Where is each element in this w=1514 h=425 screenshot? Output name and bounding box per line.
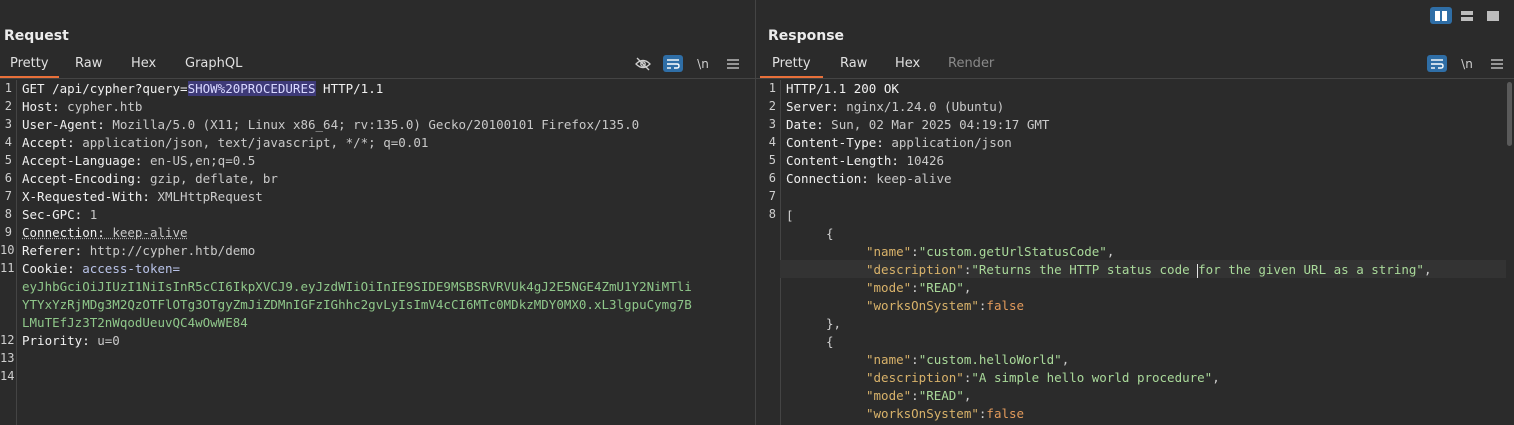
newline-toggle[interactable]: \n [693, 55, 713, 72]
header-x-requested-with: X-Requested-With: XMLHttpRequest [22, 189, 263, 204]
line-number: 7 [4, 189, 12, 203]
line-number: 8 [4, 207, 12, 221]
json-open-brace: { [826, 334, 834, 349]
request-tab-pretty[interactable]: Pretty [0, 54, 59, 78]
line-number: 10 [0, 243, 15, 257]
request-tab-graphql[interactable]: GraphQL [185, 54, 242, 76]
header-content-length: Content-Length: 10426 [786, 153, 945, 168]
json-field-description: "description":"A simple hello world proc… [866, 370, 1220, 385]
header-user-agent: User-Agent: Mozilla/5.0 (X11; Linux x86_… [22, 117, 640, 132]
line-number: 2 [768, 99, 776, 113]
word-wrap-icon[interactable] [663, 55, 683, 72]
http-version: HTTP/1.1 [315, 81, 384, 96]
line-number: 6 [4, 171, 12, 185]
request-method-path: GET /api/cypher?query= [22, 81, 188, 96]
status-line: HTTP/1.1 200 OK [786, 81, 899, 96]
response-title: Response [768, 28, 845, 44]
json-open-brace: { [826, 226, 834, 241]
response-tab-render: Render [948, 56, 995, 71]
layout-stacked-icon[interactable] [1456, 7, 1478, 24]
line-number: 7 [768, 189, 776, 203]
line-number: 2 [4, 99, 12, 113]
cookie-token-line: eyJhbGciOiJIUzI1NiIsInR5cCI6IkpXVCJ9.eyJ… [22, 279, 692, 294]
header-sec-gpc: Sec-GPC: 1 [22, 207, 98, 222]
header-cookie: Cookie: access-token= [22, 261, 181, 276]
line-number: 3 [4, 117, 12, 131]
line-number: 6 [768, 171, 776, 185]
vertical-scrollbar[interactable] [1507, 82, 1512, 146]
header-referer: Referer: http://cypher.htb/demo [22, 243, 256, 258]
layout-side-by-side-icon[interactable] [1430, 7, 1452, 24]
request-pane: Request Pretty Raw Hex GraphQL \n 1 2 3 … [0, 0, 755, 425]
header-connection: Connection: keep-alive [786, 171, 952, 186]
header-server: Server: nginx/1.24.0 (Ubuntu) [786, 99, 1005, 114]
response-tabs: Pretty Raw Hex Render [756, 54, 1514, 79]
request-line: GET /api/cypher?query=SHOW%20PROCEDURES … [22, 80, 383, 98]
json-open-bracket: [ [786, 208, 794, 223]
json-field-name: "name":"custom.helloWorld", [866, 352, 1070, 367]
json-field-works-on-system: "worksOnSystem":false [866, 298, 1025, 313]
request-gutter: 1 2 3 4 5 6 7 8 9 10 11 12 13 14 [0, 80, 17, 425]
line-number: 5 [4, 153, 12, 167]
header-connection: Connection: keep-alive [22, 225, 188, 240]
response-pane: Response Pretty Raw Hex Render \n 1 2 3 … [756, 0, 1514, 425]
header-host: Host: cypher.htb [22, 99, 143, 114]
json-field-mode: "mode":"READ", [866, 280, 972, 295]
header-accept-encoding: Accept-Encoding: gzip, deflate, br [22, 171, 278, 186]
request-tab-hex[interactable]: Hex [131, 54, 156, 76]
word-wrap-icon[interactable] [1427, 55, 1447, 72]
layout-tabs-icon[interactable] [1482, 7, 1504, 24]
cookie-token-line: YTYxYzRjMDg3M2QzOTFlOTg3OTgyZmJiZDMnIGFz… [22, 297, 692, 312]
line-number: 1 [4, 81, 12, 95]
menu-icon[interactable] [723, 55, 743, 72]
json-field-name: "name":"custom.getUrlStatusCode", [866, 244, 1115, 259]
response-gutter: 1 2 3 4 5 6 7 8 [756, 80, 781, 425]
json-field-mode: "mode":"READ", [866, 388, 972, 403]
menu-icon[interactable] [1487, 55, 1507, 72]
line-number: 1 [768, 81, 776, 95]
line-number: 14 [0, 369, 15, 383]
line-number: 4 [4, 135, 12, 149]
header-priority: Priority: u=0 [22, 333, 120, 348]
header-content-type: Content-Type: application/json [786, 135, 1012, 150]
json-field-description: "description":"Returns the HTTP status c… [866, 262, 1432, 278]
response-editor[interactable]: 1 2 3 4 5 6 7 8 HTTP/1.1 200 OK Server: … [756, 80, 1514, 425]
json-close-brace: }, [826, 316, 842, 331]
json-field-works-on-system: "worksOnSystem":false [866, 406, 1025, 421]
line-number: 12 [0, 333, 15, 347]
line-number: 3 [768, 117, 776, 131]
line-number: 11 [0, 261, 15, 275]
cookie-token-line: LMuTEfJz3T2nWqodUeuvQC4wOwWE84 [22, 315, 248, 330]
response-tab-hex[interactable]: Hex [895, 54, 920, 76]
request-title: Request [4, 28, 69, 44]
newline-toggle[interactable]: \n [1457, 55, 1477, 72]
line-number: 9 [4, 225, 12, 239]
line-number: 8 [768, 207, 776, 221]
line-number: 4 [768, 135, 776, 149]
header-accept-language: Accept-Language: en-US,en;q=0.5 [22, 153, 256, 168]
hide-eye-icon[interactable] [633, 55, 653, 72]
header-accept: Accept: application/json, text/javascrip… [22, 135, 429, 150]
header-date: Date: Sun, 02 Mar 2025 04:19:17 GMT [786, 117, 1050, 132]
request-tab-raw[interactable]: Raw [75, 54, 102, 76]
response-tab-raw[interactable]: Raw [840, 54, 867, 76]
line-number: 13 [0, 351, 15, 365]
response-tab-pretty[interactable]: Pretty [760, 54, 823, 78]
request-editor[interactable]: 1 2 3 4 5 6 7 8 9 10 11 12 13 14 GET /ap… [0, 80, 755, 425]
selected-query-text[interactable]: SHOW%20PROCEDURES [187, 81, 316, 96]
line-number: 5 [768, 153, 776, 167]
